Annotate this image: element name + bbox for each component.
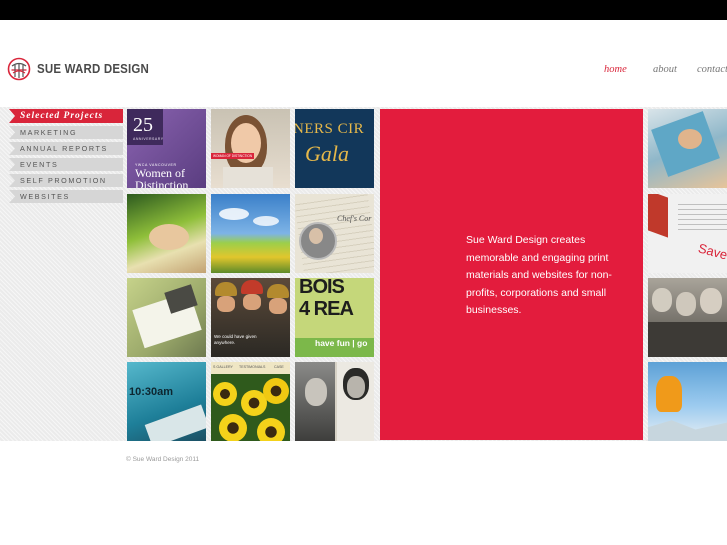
project-tile-chefs-corner[interactable]: Chef's Cor	[295, 194, 374, 273]
sidebar-item-websites[interactable]: WEBSITES	[9, 190, 123, 203]
project-tile-firefighters[interactable]: We could have given anywhere.	[211, 278, 290, 357]
project-tile-bold-type[interactable]: BOIS 4 REA have fun | go	[295, 278, 374, 357]
tile-anniversary-label: ANNIVERSARY	[133, 137, 164, 141]
tile-gallery-tab-3: CASE	[274, 365, 284, 369]
footer-copyright: © Sue Ward Design 2011	[126, 456, 200, 463]
top-black-bar	[0, 0, 727, 20]
tile-girl-badge: WOMAN OF DISTINCTION	[211, 153, 255, 159]
tile-firefighters-caption: We could have given anywhere.	[214, 334, 257, 345]
tile-women-title: Women of Distinction	[135, 166, 189, 188]
nav-about-link[interactable]: about	[653, 64, 677, 75]
project-tile-gala[interactable]: NERS CIR Gala	[295, 109, 374, 188]
promo-panel: Sue Ward Design creates memorable and en…	[380, 109, 643, 440]
project-tile-architecture-cards[interactable]	[127, 278, 206, 357]
sidebar-item-self-promotion[interactable]: SELF PROMOTION	[9, 174, 123, 187]
tile-bold-line-1: BOIS	[299, 278, 345, 298]
project-tile-group-photo[interactable]	[648, 278, 727, 357]
project-tile-clock-poster[interactable]: 10:30am	[127, 362, 206, 441]
promo-tagline: Sue Ward Design creates memorable and en…	[466, 234, 612, 316]
project-tile-portraits-bw[interactable]	[295, 362, 374, 441]
project-tile-women-of-distinction[interactable]: 25 ANNIVERSARY YWCA VANCOUVER Women of D…	[127, 109, 206, 188]
sidebar-heading: Selected Projects	[9, 109, 123, 123]
tile-gala-top: NERS CIR	[295, 121, 365, 137]
tile-gala-title: Gala	[305, 141, 349, 166]
nav-home-link[interactable]: home	[604, 64, 627, 75]
tile-bold-footer: have fun | go	[315, 338, 368, 348]
tile-bold-line-2: 4 REA	[299, 298, 354, 320]
tile-chef-text: Chef's Cor	[337, 214, 372, 223]
project-tile-sky-field[interactable]	[211, 194, 290, 273]
sidebar-item-annual-reports[interactable]: ANNUAL REPORTS	[9, 142, 123, 155]
tile-clock-text: 10:30am	[129, 386, 174, 398]
project-tile-leaf-sleeper[interactable]	[127, 194, 206, 273]
project-tile-save-card[interactable]: Save	[648, 194, 727, 273]
top-navigation: home about contact	[0, 64, 727, 78]
nav-contact-link[interactable]: contact	[697, 64, 727, 75]
tile-anniversary-number: 25	[133, 114, 153, 136]
tile-gallery-tab-1: S GALLERY	[213, 365, 233, 369]
project-tile-mountain-hiker[interactable]	[648, 362, 727, 441]
sidebar-nav: Selected Projects MARKETING ANNUAL REPOR…	[9, 109, 123, 203]
sidebar-item-marketing[interactable]: MARKETING	[9, 126, 123, 139]
project-tile-brochure-stack[interactable]	[648, 109, 727, 188]
project-tile-girl-portrait[interactable]: WOMAN OF DISTINCTION	[211, 109, 290, 188]
tile-save-text: Save	[696, 240, 727, 263]
sidebar-item-events[interactable]: EVENTS	[9, 158, 123, 171]
project-tile-gallery-flowers[interactable]: S GALLERY TESTIMONIALS CASE	[211, 362, 290, 441]
tile-gallery-tab-2: TESTIMONIALS	[239, 365, 266, 369]
